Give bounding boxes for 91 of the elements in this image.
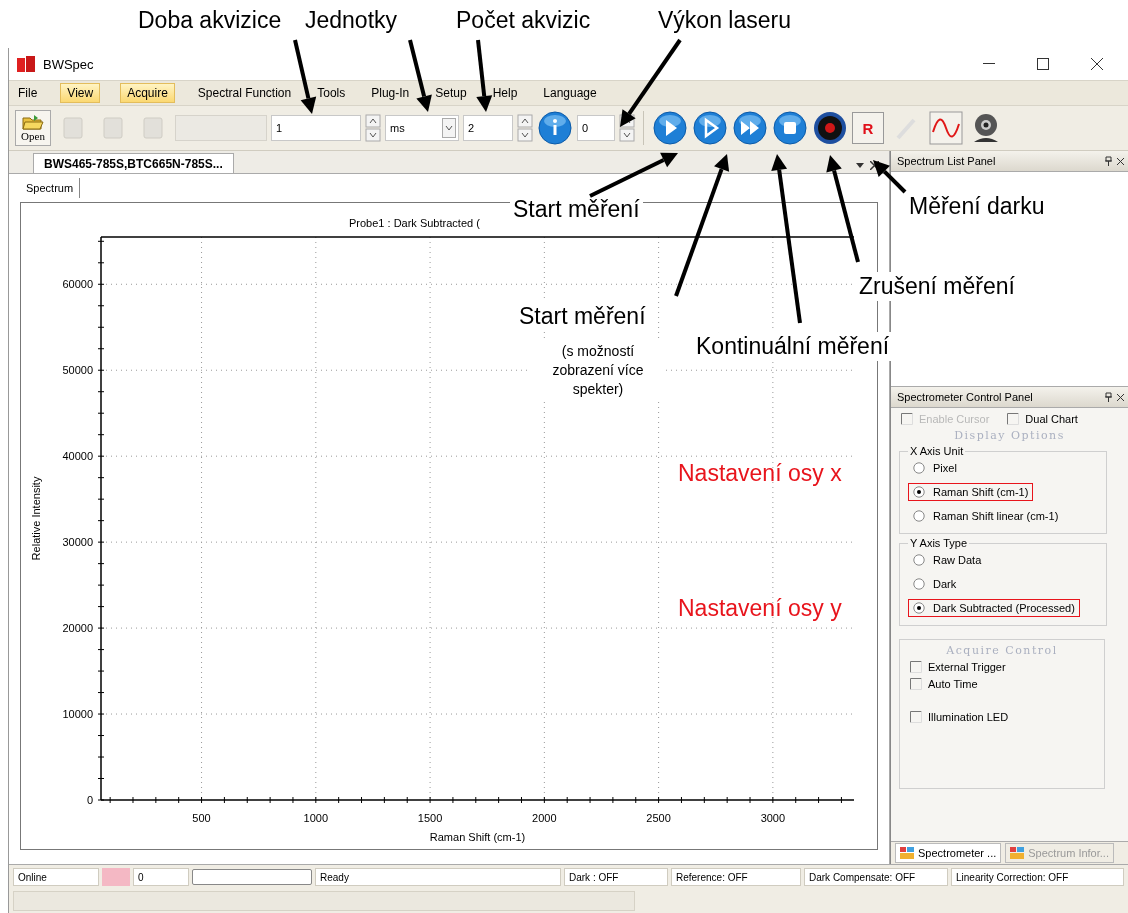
x-tick-label: 1000 [303,812,329,824]
pin-icon[interactable] [1105,392,1112,402]
radio-icon[interactable] [913,578,925,590]
checkbox-icon[interactable] [910,661,922,673]
panel-tab[interactable]: Spectrometer ... [895,843,1002,863]
checkbox-icon[interactable] [910,678,922,690]
status-indicator [102,868,130,886]
checkbox[interactable]: Dual Chart [1005,412,1080,426]
checkbox-icon[interactable] [1007,413,1020,425]
y-tick-label: 0 [86,794,93,806]
y-tick-label: 20000 [62,622,93,635]
panel-title: Spectrum List Panel [897,155,996,167]
radio-icon[interactable] [913,510,925,522]
play-icon[interactable] [652,110,688,146]
maximize-icon[interactable] [1037,58,1049,70]
checkbox[interactable]: Illumination LED [908,710,1011,724]
x-tick-label: 1500 [417,812,443,824]
radio-button[interactable]: Dark [908,575,962,593]
sine-chart-icon[interactable] [928,110,964,146]
y-tick-label: 50000 [62,364,93,377]
status-field: Ready [315,868,561,886]
integration-time-field[interactable]: 1 [271,115,361,141]
menu-item[interactable]: Spectral Function [194,83,295,103]
radio-button[interactable]: Raman Shift linear (cm-1) [908,507,1064,525]
menu-item[interactable]: Tools [314,83,349,103]
radio-button[interactable]: Dark Subtracted (Processed) [908,599,1080,617]
x-tick-label: 2000 [532,812,557,824]
minimize-icon[interactable] [983,63,995,65]
radio-icon[interactable] [913,462,925,474]
radio-icon[interactable] [913,486,925,498]
x-tick-label: 500 [192,812,211,824]
menu-item[interactable]: Setup [432,83,470,103]
y-tick-label: 10000 [62,708,93,721]
close-icon[interactable] [870,161,879,170]
y-tick-label: 30000 [62,536,93,549]
radio-button[interactable]: Raw Data [908,551,987,569]
radio-button[interactable]: Pixel [908,459,962,477]
document-tab[interactable]: BWS465-785S,BTC665N-785S... [33,153,234,173]
status-field: Reference: OFF [671,868,801,886]
stop-icon[interactable] [772,110,808,146]
menu-item[interactable]: Help [489,83,521,103]
record-icon[interactable] [812,110,848,146]
menu-item[interactable]: Language [540,83,600,103]
group-title: X Axis Unit [909,445,965,457]
close-icon[interactable] [1091,58,1103,70]
unit-select[interactable]: ms [385,115,459,141]
annotation-label: Nastavení osy y [677,594,843,623]
open-button[interactable]: Open [15,110,51,146]
annotation-label: Nastavení osy x [677,459,843,488]
average-count-field[interactable]: 2 [463,115,513,141]
annotation-label: Zrušení měření [856,272,1018,301]
panel-icon[interactable] [1010,847,1025,859]
play-outline-icon[interactable] [692,110,728,146]
close-icon[interactable] [1117,157,1124,165]
y-tick-label: 40000 [62,450,93,463]
info-icon[interactable] [537,110,573,146]
section-heading: Acquire Control [946,644,1058,657]
panel-title: Spectrometer Control Panel [897,391,1033,403]
x-tick-label: 2500 [646,812,671,824]
close-icon[interactable] [1117,393,1124,401]
reference-button[interactable]: R [852,112,884,144]
section-heading: Display Options [954,429,1065,442]
chart-title: Probe1 : Dark Subtracted ( [349,217,480,229]
menu-item[interactable]: File [15,83,41,103]
checkbox[interactable]: Auto Time [908,677,980,691]
group-title: Y Axis Type [909,537,969,549]
status-field: 0 [133,868,189,886]
window-title: BWSpec [43,56,94,72]
y-axis-title: Relative Intensity [30,476,42,561]
pin-icon[interactable] [1105,156,1112,166]
checkbox[interactable]: External Trigger [908,660,1008,674]
folder-icon[interactable] [22,114,44,130]
app-icon [17,56,35,72]
laser-power-field[interactable]: 0 [577,115,615,141]
x-tick-label: 3000 [760,812,786,824]
radio-icon[interactable] [913,554,925,566]
menu-item[interactable]: Acquire [120,83,175,103]
menu-item[interactable]: Plug-In [368,83,413,103]
radio-icon[interactable] [913,602,925,614]
radio-button[interactable]: Raman Shift (cm-1) [908,483,1034,501]
fast-forward-icon[interactable] [732,110,768,146]
y-tick-label: 60000 [62,278,93,291]
status-field: Dark : OFF [564,868,668,886]
status-field: Online [13,868,99,886]
checkbox-icon[interactable] [910,711,922,723]
panel-icon[interactable] [900,847,914,859]
status-field: Dark Compensate: OFF [804,868,948,886]
x-axis-title: Raman Shift (cm-1) [429,831,526,843]
dropdown-icon[interactable] [856,163,864,168]
status-field: Linearity Correction: OFF [951,868,1124,886]
menu-item[interactable]: View [60,83,101,103]
